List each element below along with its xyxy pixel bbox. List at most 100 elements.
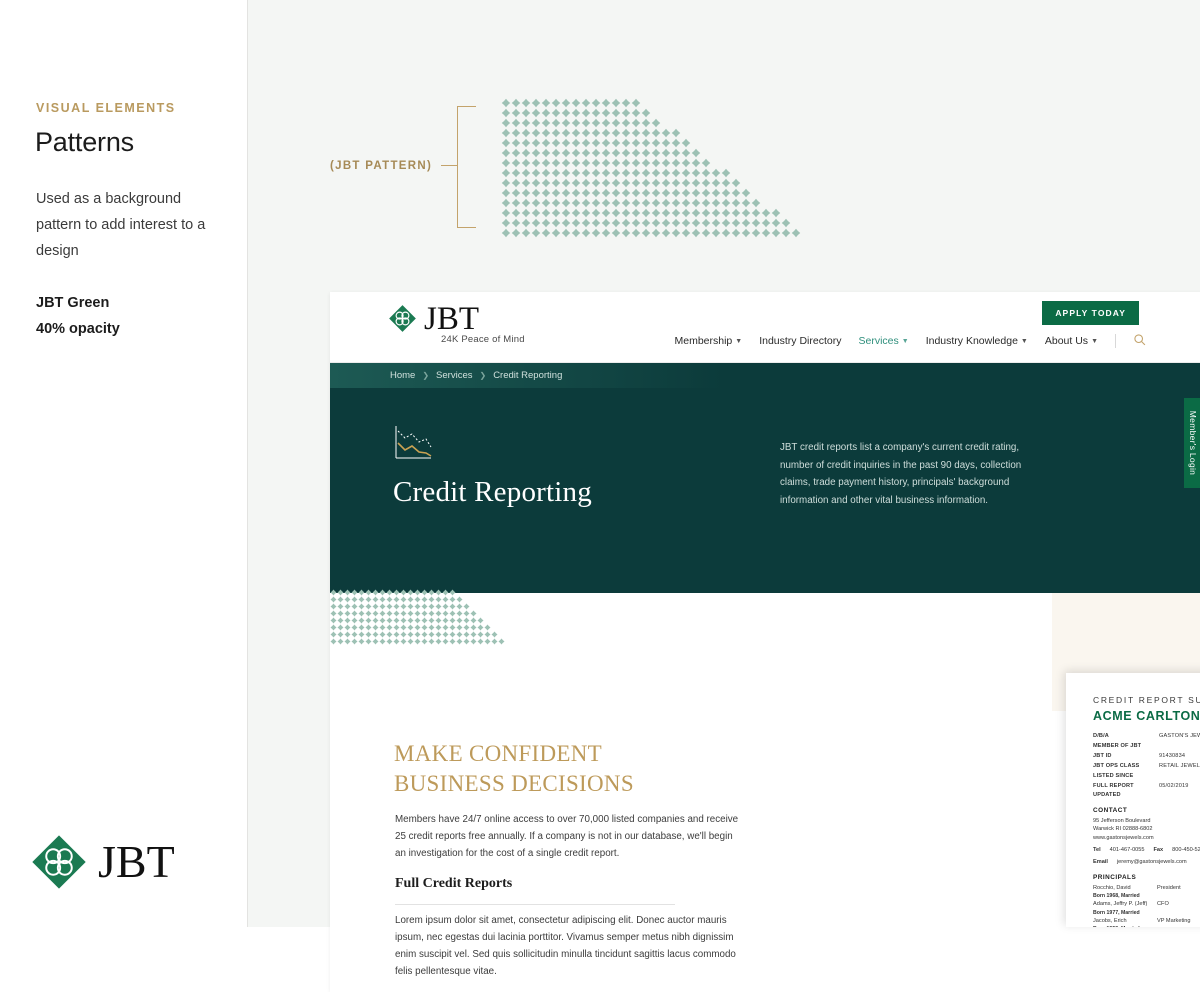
contact-heading: CONTACT [1093, 806, 1128, 814]
content-pattern-overlay [330, 589, 505, 652]
contact-email-row: Email jeremy@gastonsjewels.com [1093, 858, 1200, 867]
jbt-diamond-logo-icon [30, 833, 88, 891]
tel-label: Tel [1093, 847, 1101, 854]
nav-label: Membership [674, 335, 733, 347]
report-columns: D/B/A GASTON'S JEWELS MEMBER OF JBT JBT … [1093, 732, 1200, 927]
line-chart-icon [394, 425, 434, 468]
principal-title: VP Marketing [1157, 917, 1191, 924]
chevron-right-icon: ❯ [422, 371, 430, 380]
field-key: LISTED SINCE [1093, 773, 1134, 780]
principal-title: President [1157, 885, 1181, 892]
nav-item-industry-knowledge[interactable]: Industry Knowledge ▼ [926, 335, 1028, 347]
report-fields: D/B/A GASTON'S JEWELS MEMBER OF JBT JBT … [1093, 732, 1200, 927]
breadcrumb-services[interactable]: Services [436, 370, 472, 381]
nav-divider [1115, 334, 1116, 348]
panel-color-note: JBT Green 40% opacity [36, 290, 226, 342]
breadcrumb-home[interactable]: Home [390, 370, 415, 381]
contact-address-2: Warwick RI 02888-6802 [1093, 826, 1153, 833]
report-company-name: ACME CARLTON JEWELERS [1093, 709, 1200, 723]
heading-line-2: BUSINESS DECISIONS [394, 771, 634, 796]
content-lede: Members have 24/7 online access to over … [395, 814, 739, 859]
main-nav: Membership ▼ Industry Directory Services… [674, 333, 1146, 349]
content-divider [395, 904, 675, 905]
principal-name: Rocchio, David [1093, 885, 1131, 892]
nav-item-services[interactable]: Services ▼ [858, 335, 908, 347]
content-heading: MAKE CONFIDENT BUSINESS DECISIONS [394, 739, 724, 799]
principal-entry: Adams, Jeffry P. (Jeff) CFO Born 1977, Ma… [1093, 900, 1200, 916]
jbt-diamond-logo-icon [388, 304, 417, 333]
site-tagline: 24K Peace of Mind [441, 334, 525, 345]
field-key: MEMBER OF JBT [1093, 743, 1142, 750]
chevron-down-icon: ▼ [735, 337, 743, 345]
nav-label: Industry Knowledge [925, 335, 1018, 347]
email-label: Email [1093, 859, 1108, 866]
principals-heading: PRINCIPALS [1093, 874, 1137, 882]
report-field-row: JBT ID 91430834 [1093, 752, 1200, 761]
chevron-right-icon: ❯ [479, 371, 487, 380]
contact-phone-row: Tel 401-467-0055 Fax 800-450-5268 [1093, 846, 1200, 855]
fax-value: 800-450-5268 [1172, 847, 1200, 854]
field-value [1159, 772, 1200, 781]
jbt-wordmark: JBT [98, 836, 175, 887]
hero-title: Credit Reporting [393, 476, 592, 508]
nav-item-industry-directory[interactable]: Industry Directory [759, 335, 841, 347]
nav-item-membership[interactable]: Membership ▼ [674, 335, 742, 347]
callout-bracket [457, 106, 476, 228]
page-title: Patterns [35, 127, 134, 157]
heading-line-1: MAKE CONFIDENT [394, 741, 602, 766]
apply-today-button[interactable]: APPLY TODAY [1042, 301, 1139, 325]
field-value: 91430834 [1159, 753, 1186, 760]
callout-bracket-stem [441, 165, 458, 166]
site-wordmark: JBT [424, 301, 480, 337]
members-login-label: Member's Login [1188, 410, 1198, 476]
field-value: RETAIL JEWELRY [1159, 763, 1200, 770]
color-opacity: 40% opacity [36, 321, 120, 337]
field-key: JBT OPS CLASS [1093, 763, 1140, 770]
color-name: JBT Green [36, 295, 110, 311]
principal-name: Jacobs, Erich [1093, 917, 1127, 924]
principal-entry: Rocchio, David President Born 1968, Marri… [1093, 884, 1200, 900]
nav-label: Industry Directory [759, 335, 842, 347]
report-field-row: JBT OPS CLASS RETAIL JEWELRY [1093, 762, 1200, 771]
search-icon[interactable] [1133, 333, 1146, 349]
report-field-row: LISTED SINCE [1093, 772, 1200, 781]
nav-label: About Us [1044, 335, 1089, 347]
contact-website[interactable]: www.gastonsjewels.com [1093, 834, 1200, 843]
report-eyebrow: CREDIT REPORT SUMMARY [1093, 695, 1200, 705]
nav-label: Services [858, 335, 899, 347]
pattern-callout-label: (JBT PATTERN) [330, 160, 433, 172]
contact-address-1: 95 Jefferson Boulevard [1093, 817, 1151, 824]
breadcrumb: Home ❯ Services ❯ Credit Reporting [390, 370, 562, 381]
chevron-down-icon: ▼ [901, 337, 909, 345]
hero-description: JBT credit reports list a company's curr… [780, 442, 1022, 506]
principal-sub: Born 1968, Married [1093, 893, 1140, 900]
jbt-footer-logo: JBT [30, 833, 175, 891]
tel-value: 401-467-0055 [1109, 847, 1145, 854]
field-key: JBT ID [1093, 753, 1112, 760]
principal-title: CFO [1157, 901, 1169, 908]
report-field-row: MEMBER OF JBT [1093, 742, 1200, 751]
field-value [1159, 742, 1200, 751]
report-card-inner: CREDIT REPORT SUMMARY ACME CARLTON JEWEL… [1066, 673, 1200, 927]
site-logo[interactable]: JBT [388, 301, 480, 337]
page-root: VISUAL ELEMENTS Patterns Used as a backg… [0, 0, 1200, 992]
chevron-down-icon: ▼ [1091, 337, 1098, 345]
site-header: JBT 24K Peace of Mind APPLY TODAY Member… [330, 292, 1200, 363]
email-value[interactable]: jeremy@gastonsjewels.com [1117, 858, 1187, 867]
panel-description: Used as a background pattern to add inte… [36, 191, 206, 259]
report-field-row: D/B/A GASTON'S JEWELS [1093, 732, 1200, 741]
content-body: Lorem ipsum dolor sit amet, consectetur … [395, 915, 736, 977]
content-subheading: Full Credit Reports [395, 876, 513, 891]
nav-item-about-us[interactable]: About Us ▼ [1045, 335, 1098, 347]
chevron-down-icon: ▼ [1020, 337, 1028, 345]
field-key: D/B/A [1093, 733, 1109, 739]
breadcrumb-current: Credit Reporting [493, 370, 563, 381]
members-login-tab[interactable]: Member's Login [1184, 398, 1200, 488]
field-value: GASTON'S JEWELS [1159, 733, 1200, 739]
principal-sub: Born 1977, Married [1093, 909, 1140, 916]
field-key: FULL REPORT UPDATED [1093, 783, 1134, 799]
report-field-row: FULL REPORT UPDATED 05/02/2019 [1093, 782, 1200, 799]
credit-report-summary-card: CREDIT REPORT SUMMARY ACME CARLTON JEWEL… [1066, 673, 1200, 927]
style-guide-canvas: (JBT PATTERN) JBT 24K Peace of Mind APPL… [248, 0, 1200, 992]
field-value: 05/02/2019 [1159, 783, 1189, 790]
